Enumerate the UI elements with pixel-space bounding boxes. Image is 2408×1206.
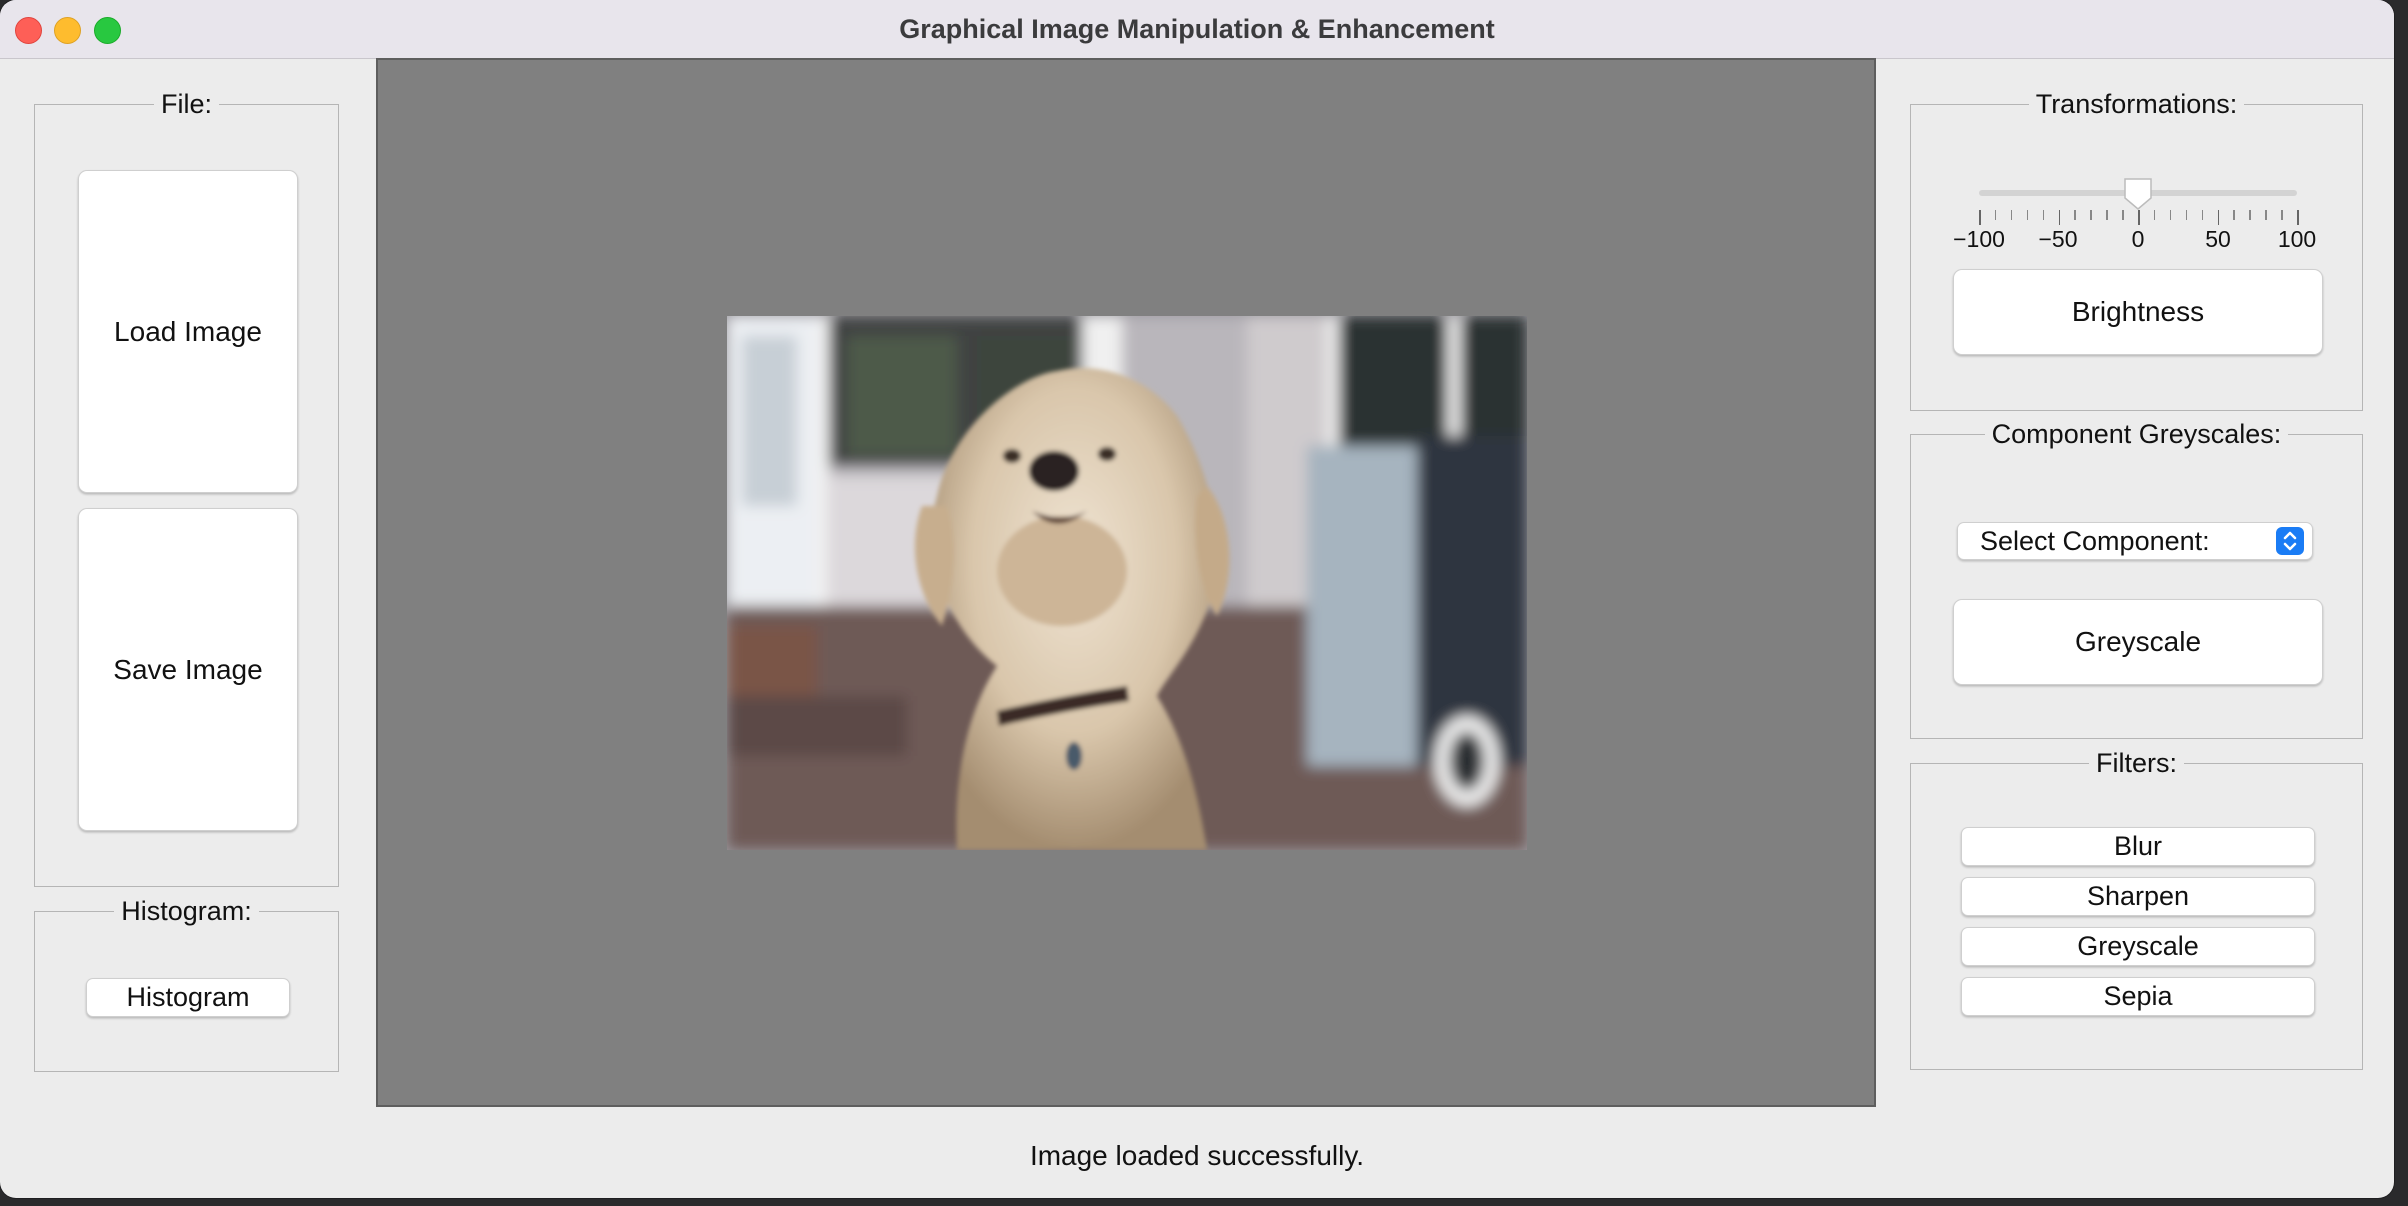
tick-label-50: 50 bbox=[2205, 226, 2231, 252]
blur-filter-button[interactable]: Blur bbox=[1961, 827, 2315, 866]
slider-tick bbox=[2010, 210, 2013, 220]
sepia-filter-button[interactable]: Sepia bbox=[1961, 977, 2315, 1016]
slider-tick bbox=[2185, 210, 2188, 220]
file-panel-legend: File: bbox=[160, 89, 212, 119]
histogram-button[interactable]: Histogram bbox=[86, 978, 290, 1017]
slider-tick bbox=[2265, 210, 2267, 220]
tick-label-min: −100 bbox=[1953, 226, 2005, 252]
loaded-image bbox=[727, 316, 1527, 850]
slider-tick bbox=[2138, 210, 2140, 225]
slider-tick bbox=[2042, 210, 2045, 220]
slider-tick bbox=[2281, 210, 2283, 220]
slider-tick bbox=[2074, 210, 2076, 220]
slider-thumb[interactable] bbox=[2122, 176, 2154, 212]
updown-chevron-icon bbox=[2276, 527, 2304, 555]
tick-label-zero: 0 bbox=[2131, 226, 2145, 252]
component-greyscales-panel: Component Greyscales: bbox=[1910, 419, 2363, 739]
slider-tick bbox=[2297, 210, 2299, 225]
title-bar: Graphical Image Manipulation & Enhanceme… bbox=[0, 0, 2394, 59]
slider-tick bbox=[2249, 210, 2251, 220]
slider-tick bbox=[2217, 210, 2219, 225]
filters-panel-legend: Filters: bbox=[2096, 748, 2177, 778]
slider-tick bbox=[2106, 210, 2108, 220]
greyscale-filter-button[interactable]: Greyscale bbox=[1961, 927, 2315, 966]
save-image-button[interactable]: Save Image bbox=[78, 508, 298, 831]
slider-tick bbox=[2026, 210, 2029, 220]
component-select-value: Select Component: bbox=[1980, 526, 2210, 556]
sharpen-filter-button[interactable]: Sharpen bbox=[1961, 877, 2315, 916]
status-message: Image loaded successfully. bbox=[1029, 1140, 1365, 1171]
slider-tick bbox=[2153, 210, 2156, 220]
slider-tick bbox=[2058, 210, 2060, 225]
load-image-button[interactable]: Load Image bbox=[78, 170, 298, 493]
slider-tick bbox=[2201, 210, 2204, 220]
tick-label-max: 100 bbox=[2277, 226, 2317, 252]
transformations-panel-legend: Transformations: bbox=[2035, 89, 2238, 119]
slider-tick bbox=[1994, 210, 1997, 220]
histogram-panel-legend: Histogram: bbox=[121, 896, 252, 926]
slider-tick bbox=[1979, 210, 1981, 225]
slider-tick bbox=[2090, 210, 2092, 220]
slider-tick bbox=[2169, 210, 2172, 220]
tick-label-neg50: −50 bbox=[2038, 226, 2078, 252]
image-canvas bbox=[376, 58, 1876, 1107]
slider-tick bbox=[2122, 210, 2124, 220]
brightness-button[interactable]: Brightness bbox=[1953, 269, 2323, 355]
slider-tick bbox=[2233, 210, 2235, 220]
window-title: Graphical Image Manipulation & Enhanceme… bbox=[899, 14, 1495, 44]
component-select[interactable]: Select Component: bbox=[1957, 522, 2313, 560]
component-greyscales-legend: Component Greyscales: bbox=[1991, 419, 2282, 449]
app-window: Graphical Image Manipulation & Enhanceme… bbox=[0, 0, 2394, 1198]
component-greyscale-button[interactable]: Greyscale bbox=[1953, 599, 2323, 685]
